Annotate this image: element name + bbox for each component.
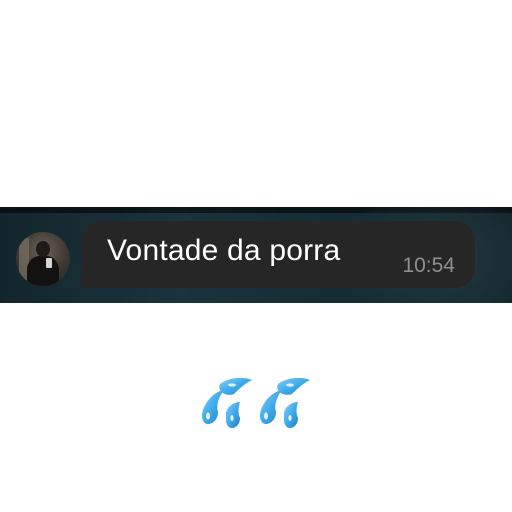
sweat-droplets-icon-1 (202, 377, 252, 428)
avatar-photo-figure (27, 256, 59, 286)
avatar-photo-phone (46, 258, 52, 268)
reaction-emoji (196, 372, 316, 434)
sweat-droplets-icon-2 (260, 377, 310, 428)
screenshot-page: Vontade da porra 10:54 (0, 0, 512, 512)
avatar-photo-head (36, 241, 50, 257)
message-bubble[interactable]: Vontade da porra 10:54 (82, 221, 475, 288)
message-text: Vontade da porra (107, 234, 341, 267)
message-timestamp: 10:54 (402, 254, 455, 277)
sweat-droplets-icon (202, 377, 310, 428)
sender-avatar[interactable] (16, 232, 70, 286)
